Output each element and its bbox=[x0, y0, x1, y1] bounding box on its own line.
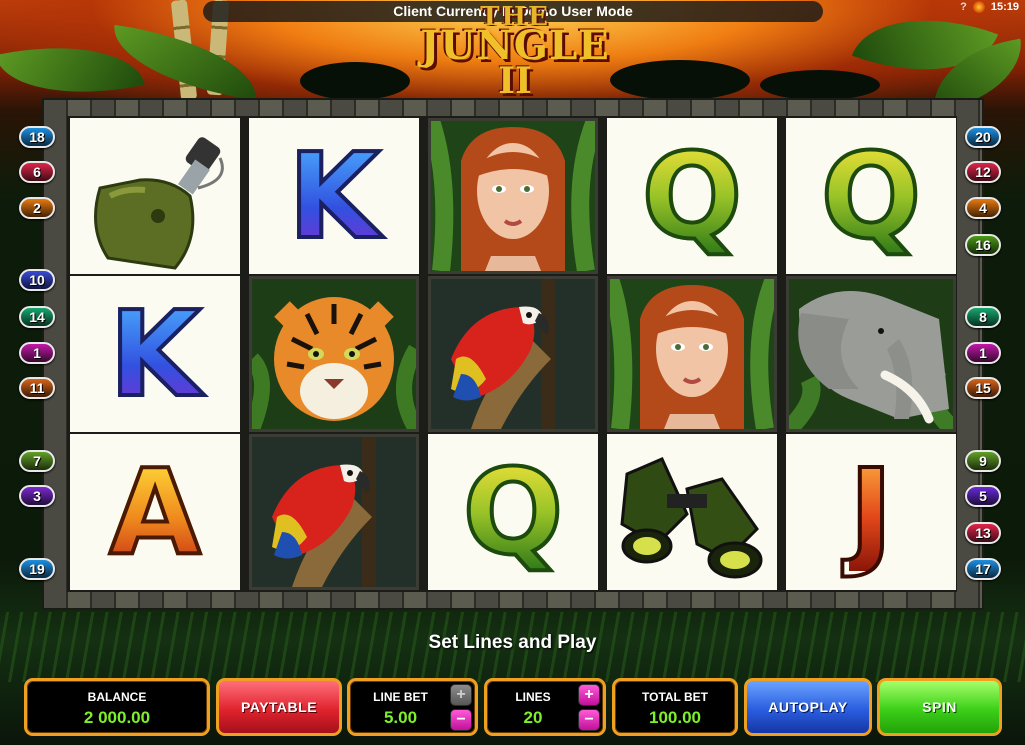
line-indicator-9[interactable]: 9 bbox=[965, 450, 1001, 472]
line-indicator-3[interactable]: 3 bbox=[19, 485, 55, 507]
line-indicator-4[interactable]: 4 bbox=[965, 197, 1001, 219]
symbol-letter-text: K bbox=[107, 285, 202, 423]
line-indicator-1[interactable]: 1 bbox=[965, 342, 1001, 364]
line-bet-value: 5.00 bbox=[383, 708, 418, 727]
reel-2-symbol-parrot bbox=[249, 434, 419, 590]
reel-1-symbol-a: A bbox=[70, 434, 240, 590]
autoplay-button[interactable]: AUTOPLAY bbox=[744, 678, 872, 736]
symbol-letter-text: K bbox=[286, 127, 381, 265]
help-icon[interactable]: ? bbox=[960, 1, 967, 13]
total-bet-value: 100.00 bbox=[649, 708, 701, 727]
symbol-letter: K bbox=[249, 118, 419, 274]
symbol-letter-text: A bbox=[107, 443, 202, 581]
reel-1-symbol-canteen bbox=[70, 118, 240, 274]
reel-3-symbol-parrot bbox=[428, 276, 598, 432]
line-indicator-13[interactable]: 13 bbox=[965, 522, 1001, 544]
tree-silhouette bbox=[610, 60, 750, 100]
symbol-letter-text: Q bbox=[819, 127, 923, 265]
line-indicator-6[interactable]: 6 bbox=[19, 161, 55, 183]
game-logo: THE JUNGLE II bbox=[420, 6, 610, 102]
line-indicator-16[interactable]: 16 bbox=[965, 234, 1001, 256]
line-indicator-1[interactable]: 1 bbox=[19, 342, 55, 364]
line-bet-increase-button[interactable]: + bbox=[450, 684, 472, 706]
paytable-button[interactable]: PAYTABLE bbox=[216, 678, 342, 736]
line-bet-label: LINE BET bbox=[373, 690, 428, 704]
reel-2-symbol-tiger bbox=[249, 276, 419, 432]
symbol-letter: Q bbox=[428, 434, 598, 590]
paytable-label: PAYTABLE bbox=[240, 699, 318, 715]
symbol-letter-text: Q bbox=[461, 443, 565, 581]
symbol-letter: A bbox=[70, 434, 240, 590]
line-indicator-19[interactable]: 19 bbox=[19, 558, 55, 580]
reel-4-symbol-q: Q bbox=[607, 118, 777, 274]
line-bet-decrease-button[interactable]: − bbox=[450, 709, 472, 731]
reel-4-symbol-binoculars bbox=[607, 434, 777, 590]
line-indicator-14[interactable]: 14 bbox=[19, 306, 55, 328]
tree-silhouette bbox=[760, 70, 880, 100]
clock: 15:19 bbox=[990, 1, 1019, 13]
lines-label: LINES bbox=[515, 690, 551, 704]
reel-1-symbol-k: K bbox=[70, 276, 240, 432]
line-indicator-2[interactable]: 2 bbox=[19, 197, 55, 219]
line-indicator-11[interactable]: 11 bbox=[19, 377, 55, 399]
spin-button[interactable]: SPIN bbox=[877, 678, 1002, 736]
symbol-letter-text: Q bbox=[640, 127, 744, 265]
symbol-letter-text: J bbox=[847, 443, 895, 581]
line-indicator-20[interactable]: 20 bbox=[965, 126, 1001, 148]
lines-decrease-button[interactable]: − bbox=[578, 709, 600, 731]
balance-value: 2 000.00 bbox=[83, 708, 151, 727]
spin-label: SPIN bbox=[922, 699, 957, 715]
game-message: Set Lines and Play bbox=[428, 632, 597, 653]
reel-3-symbol-woman bbox=[428, 118, 598, 274]
line-indicator-12[interactable]: 12 bbox=[965, 161, 1001, 183]
line-indicator-10[interactable]: 10 bbox=[19, 269, 55, 291]
symbol-letter: Q bbox=[607, 118, 777, 274]
symbol-letter: K bbox=[70, 276, 240, 432]
status-area: ? 15:19 bbox=[960, 0, 1019, 14]
reel-3-symbol-q: Q bbox=[428, 434, 598, 590]
line-indicator-7[interactable]: 7 bbox=[19, 450, 55, 472]
line-indicators-left: 18 6 2 10 14 1 11 7 3 19 bbox=[19, 118, 59, 590]
total-bet-label: TOTAL BET bbox=[642, 690, 708, 704]
line-indicator-17[interactable]: 17 bbox=[965, 558, 1001, 580]
line-indicator-8[interactable]: 8 bbox=[965, 306, 1001, 328]
lines-panel: LINES 20 + − bbox=[484, 678, 606, 736]
balance-panel: BALANCE 2 000.00 bbox=[24, 678, 210, 736]
reel-area: KAK QQ Q J bbox=[70, 118, 956, 590]
reel-5-symbol-elephant bbox=[786, 276, 956, 432]
reel-2-symbol-k: K bbox=[249, 118, 419, 274]
line-indicator-5[interactable]: 5 bbox=[965, 485, 1001, 507]
lines-increase-button[interactable]: + bbox=[578, 684, 600, 706]
logo-line-3: II bbox=[498, 60, 532, 102]
reel-5-symbol-q: Q bbox=[786, 118, 956, 274]
symbol-letter: Q bbox=[786, 118, 956, 274]
autoplay-label: AUTOPLAY bbox=[768, 699, 848, 715]
reel-4-symbol-woman bbox=[607, 276, 777, 432]
line-indicator-18[interactable]: 18 bbox=[19, 126, 55, 148]
symbol-letter: J bbox=[786, 434, 956, 590]
flame-icon bbox=[972, 1, 985, 13]
lines-value: 20 bbox=[523, 708, 543, 727]
line-indicator-15[interactable]: 15 bbox=[965, 377, 1001, 399]
line-indicators-right: 20 12 4 16 8 1 15 9 5 13 17 bbox=[965, 118, 1005, 590]
total-bet-panel: TOTAL BET 100.00 bbox=[612, 678, 738, 736]
line-bet-panel: LINE BET 5.00 + − bbox=[347, 678, 478, 736]
tree-silhouette bbox=[300, 62, 410, 100]
reel-5-symbol-j: J bbox=[786, 434, 956, 590]
balance-label: BALANCE bbox=[87, 690, 147, 704]
